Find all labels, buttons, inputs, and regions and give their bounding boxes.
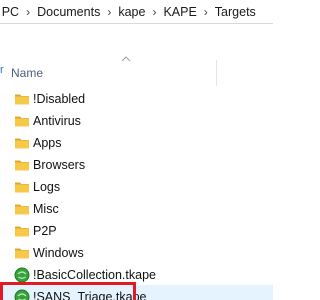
folder-icon	[15, 182, 29, 193]
address-bar[interactable]: s PC › Documents › kape › KAPE › Targets	[0, 0, 273, 24]
tkape-file-icon	[14, 267, 30, 283]
list-item-folder[interactable]: Antivirus	[0, 109, 273, 132]
folder-icon	[15, 138, 29, 149]
list-item-label: Apps	[33, 136, 62, 150]
list-item-label: Antivirus	[33, 114, 81, 128]
list-item-folder[interactable]: Apps	[0, 131, 273, 154]
list-item-label: !SANS_Triage.tkape	[33, 290, 147, 300]
folder-icon	[15, 248, 29, 259]
nav-pane-partial-text[interactable]: r	[0, 64, 4, 76]
column-divider[interactable]	[216, 60, 217, 86]
folder-icon	[15, 226, 29, 237]
list-item-label: !BasicCollection.tkape	[33, 268, 156, 282]
list-item-label: Logs	[33, 180, 61, 194]
list-item-label: Misc	[33, 202, 59, 216]
list-item-folder[interactable]: Windows	[0, 241, 273, 264]
breadcrumb-documents[interactable]: Documents	[36, 5, 101, 19]
folder-icon	[15, 94, 29, 105]
breadcrumb-separator-icon[interactable]: ›	[146, 4, 162, 20]
list-item-folder[interactable]: Browsers	[0, 153, 273, 176]
list-item-file[interactable]: !BasicCollection.tkape	[0, 263, 273, 286]
breadcrumb-kape[interactable]: kape	[117, 5, 146, 19]
folder-icon	[15, 204, 29, 215]
breadcrumb: s PC › Documents › kape › KAPE › Targets	[0, 4, 257, 20]
breadcrumb-separator-icon[interactable]: ›	[101, 4, 117, 20]
column-header-name[interactable]: Name	[11, 66, 43, 80]
breadcrumb-separator-icon[interactable]: ›	[20, 4, 36, 20]
list-item-label: Windows	[33, 246, 84, 260]
tkape-file-icon	[14, 289, 30, 300]
sort-ascending-icon	[121, 56, 131, 62]
breadcrumb-targets[interactable]: Targets	[214, 5, 257, 19]
list-item-folder[interactable]: P2P	[0, 219, 273, 242]
file-explorer-window: s PC › Documents › kape › KAPE › Targets…	[0, 0, 273, 300]
list-item-file-selected[interactable]: !SANS_Triage.tkape	[0, 282, 273, 300]
list-item-folder[interactable]: Logs	[0, 175, 273, 198]
list-item-folder[interactable]: !Disabled	[0, 87, 273, 110]
column-header-row: Name	[10, 56, 273, 86]
breadcrumb-kape-upper[interactable]: KAPE	[162, 5, 197, 19]
breadcrumb-separator-icon[interactable]: ›	[198, 4, 214, 20]
list-item-label: Browsers	[33, 158, 86, 172]
folder-icon	[15, 160, 29, 171]
list-item-folder[interactable]: Misc	[0, 197, 273, 220]
list-item-label: P2P	[33, 224, 57, 238]
list-item-label: !Disabled	[33, 92, 86, 106]
folder-icon	[15, 116, 29, 127]
breadcrumb-this-pc[interactable]: s PC	[0, 5, 20, 19]
